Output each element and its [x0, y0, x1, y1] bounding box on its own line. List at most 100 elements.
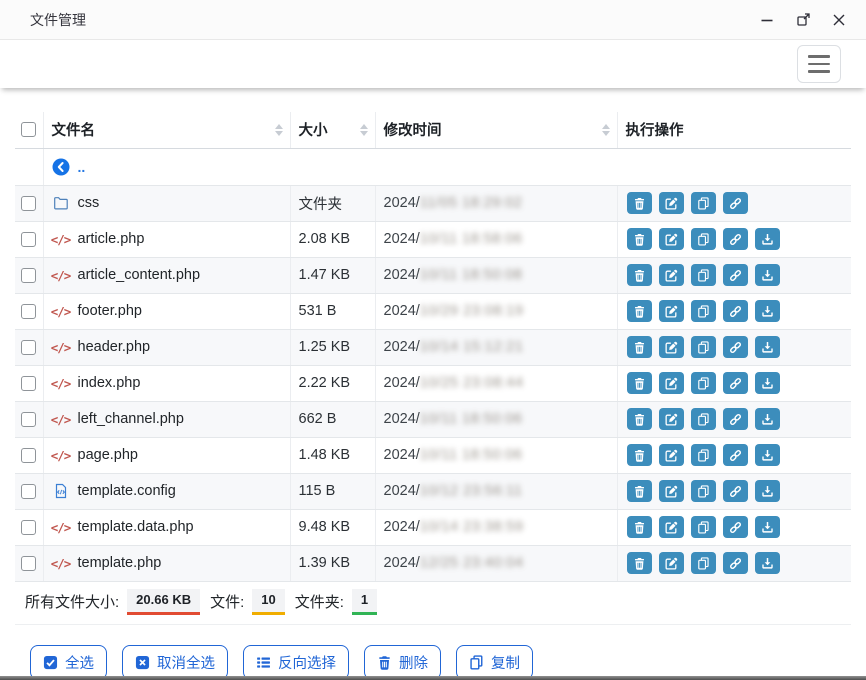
minimize-button[interactable] [758, 11, 776, 29]
file-name[interactable]: template.data.php [78, 519, 194, 535]
table-row: </>index.php2.22 KB2024/10/25 23:08:44 [15, 365, 851, 401]
row-checkbox[interactable] [21, 304, 36, 319]
edit-button[interactable] [659, 444, 684, 466]
restore-button[interactable] [794, 11, 812, 29]
download-button[interactable] [755, 444, 780, 466]
delete-selected-button[interactable]: 删除 [364, 645, 441, 680]
file-name[interactable]: article_content.php [78, 267, 201, 283]
table-header-row: 文件名 大小 修改时间 执行操作 [15, 112, 851, 148]
delete-button[interactable] [627, 444, 652, 466]
edit-button[interactable] [659, 228, 684, 250]
header-size[interactable]: 大小 [290, 112, 375, 148]
link-button[interactable] [723, 228, 748, 250]
select-all-button[interactable]: 全选 [30, 645, 107, 680]
parent-dir-link[interactable]: .. [78, 159, 86, 175]
delete-button[interactable] [627, 336, 652, 358]
link-button[interactable] [723, 300, 748, 322]
download-button[interactable] [755, 228, 780, 250]
delete-button[interactable] [627, 408, 652, 430]
edit-button[interactable] [659, 300, 684, 322]
row-checkbox[interactable] [21, 448, 36, 463]
link-button[interactable] [723, 408, 748, 430]
copy-button[interactable] [691, 444, 716, 466]
copy-button[interactable] [691, 408, 716, 430]
row-checkbox[interactable] [21, 376, 36, 391]
file-name[interactable]: article.php [78, 231, 145, 247]
delete-button[interactable] [627, 192, 652, 214]
file-name[interactable]: page.php [78, 447, 138, 463]
copy-button[interactable] [691, 300, 716, 322]
code-icon: </> [52, 412, 70, 427]
row-checkbox[interactable] [21, 340, 36, 355]
copy-button[interactable] [691, 480, 716, 502]
delete-button[interactable] [627, 372, 652, 394]
link-button[interactable] [723, 444, 748, 466]
download-button[interactable] [755, 516, 780, 538]
deselect-all-button[interactable]: 取消全选 [122, 645, 228, 680]
folders-count-value: 1 [352, 589, 377, 615]
delete-button[interactable] [627, 264, 652, 286]
download-button[interactable] [755, 552, 780, 574]
download-button[interactable] [755, 372, 780, 394]
menu-button[interactable] [797, 45, 841, 83]
copy-button[interactable] [691, 192, 716, 214]
edit-button[interactable] [659, 408, 684, 430]
edit-button[interactable] [659, 552, 684, 574]
close-button[interactable] [830, 11, 848, 29]
download-icon [761, 377, 774, 390]
download-button[interactable] [755, 264, 780, 286]
edit-button[interactable] [659, 192, 684, 214]
row-checkbox[interactable] [21, 484, 36, 499]
row-checkbox[interactable] [21, 268, 36, 283]
download-button[interactable] [755, 408, 780, 430]
row-checkbox[interactable] [21, 520, 36, 535]
row-checkbox[interactable] [21, 556, 36, 571]
file-name[interactable]: template.php [78, 555, 162, 571]
file-name[interactable]: header.php [78, 339, 151, 355]
copy-button[interactable] [691, 372, 716, 394]
file-name[interactable]: template.config [78, 483, 176, 499]
download-icon [761, 557, 774, 570]
file-name[interactable]: left_channel.php [78, 411, 184, 427]
link-button[interactable] [723, 264, 748, 286]
copy-button[interactable] [691, 516, 716, 538]
invert-selection-button[interactable]: 反向选择 [243, 645, 349, 680]
edit-button[interactable] [659, 372, 684, 394]
header-modified[interactable]: 修改时间 [375, 112, 617, 148]
delete-button[interactable] [627, 300, 652, 322]
delete-button[interactable] [627, 228, 652, 250]
link-button[interactable] [723, 192, 748, 214]
file-name[interactable]: index.php [78, 375, 141, 391]
edit-button[interactable] [659, 264, 684, 286]
link-button[interactable] [723, 372, 748, 394]
row-checkbox[interactable] [21, 232, 36, 247]
download-button[interactable] [755, 336, 780, 358]
copy-button[interactable] [691, 228, 716, 250]
copy-button[interactable] [691, 336, 716, 358]
back-circle-icon[interactable] [52, 158, 70, 176]
file-name[interactable]: footer.php [78, 303, 143, 319]
copy-selected-button[interactable]: 复制 [456, 645, 533, 680]
delete-button[interactable] [627, 480, 652, 502]
file-name[interactable]: css [78, 195, 100, 211]
link-button[interactable] [723, 480, 748, 502]
link-icon [729, 305, 742, 318]
copy-button[interactable] [691, 552, 716, 574]
delete-button[interactable] [627, 516, 652, 538]
edit-button[interactable] [659, 516, 684, 538]
delete-button[interactable] [627, 552, 652, 574]
row-checkbox[interactable] [21, 412, 36, 427]
link-button[interactable] [723, 516, 748, 538]
link-button[interactable] [723, 552, 748, 574]
edit-icon [665, 485, 678, 498]
download-icon [761, 305, 774, 318]
copy-button[interactable] [691, 264, 716, 286]
download-button[interactable] [755, 480, 780, 502]
header-filename[interactable]: 文件名 [43, 112, 290, 148]
link-button[interactable] [723, 336, 748, 358]
select-all-checkbox[interactable] [21, 122, 36, 137]
edit-button[interactable] [659, 480, 684, 502]
edit-button[interactable] [659, 336, 684, 358]
row-checkbox[interactable] [21, 196, 36, 211]
download-button[interactable] [755, 300, 780, 322]
